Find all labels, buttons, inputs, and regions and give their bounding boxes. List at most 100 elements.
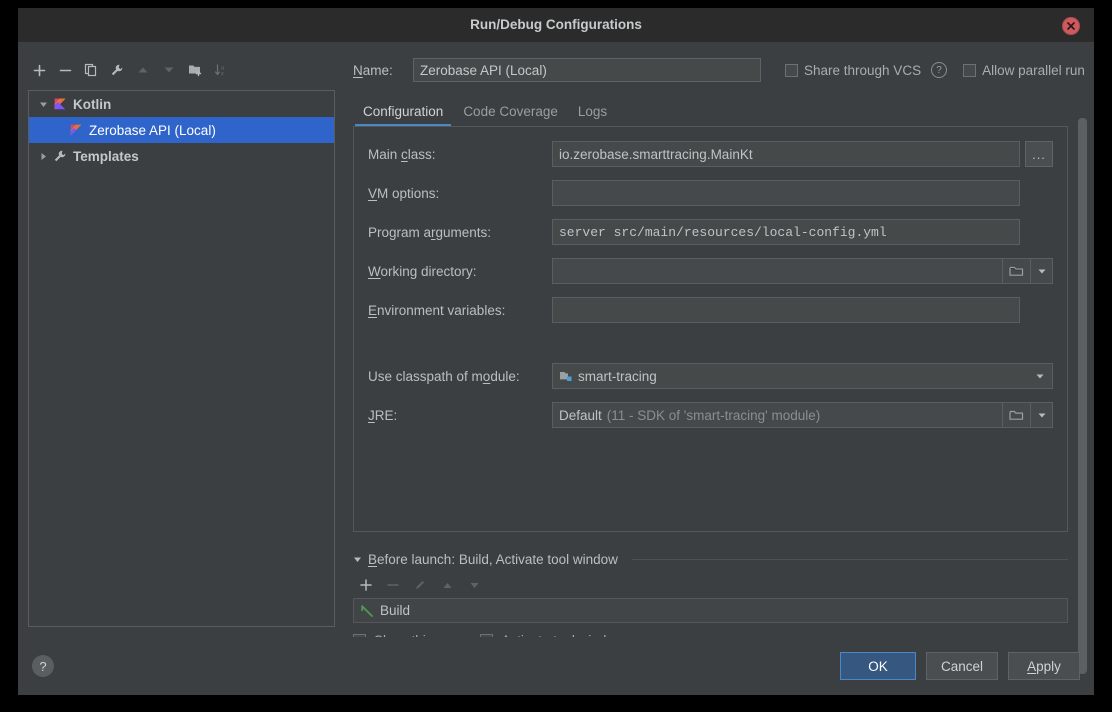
share-through-vcs-label[interactable]: Share through VCS (804, 63, 921, 78)
jre-input[interactable]: Default (11 - SDK of 'smart-tracing' mod… (552, 402, 1003, 428)
folder-icon[interactable] (1003, 402, 1031, 428)
footer-actions: OK Cancel Apply (839, 652, 1080, 680)
svg-text:z: z (221, 71, 224, 77)
main-class-input[interactable]: io.zerobase.smarttracing.MainKt (552, 141, 1020, 167)
field-main-class: Main class: io.zerobase.smarttracing.Mai… (362, 141, 1053, 167)
tree-node-label: Templates (73, 148, 139, 164)
tree-node-zerobase-api-local[interactable]: Zerobase API (Local) (29, 117, 334, 143)
configuration-scrollbar[interactable] (1078, 118, 1087, 674)
allow-parallel-run-group: Allow parallel run (963, 63, 1085, 78)
ok-button[interactable]: OK (839, 652, 916, 680)
plus-icon[interactable] (30, 61, 48, 79)
field-vm-options: VM options: (362, 180, 1053, 206)
configuration-panel: Main class: io.zerobase.smarttracing.Mai… (353, 126, 1068, 532)
dialog-footer: ? OK Cancel Apply (18, 637, 1094, 695)
triangle-right-icon[interactable] (35, 152, 51, 161)
pencil-icon[interactable] (411, 576, 429, 594)
vm-options-label: VM options: (368, 185, 440, 201)
before-launch-task-list[interactable]: Build (353, 598, 1068, 623)
chevron-down-icon[interactable] (1031, 402, 1053, 428)
chevron-down-icon[interactable] (1031, 258, 1053, 284)
configurations-tree[interactable]: Kotlin Zerobase API (Local) Templates (28, 90, 335, 627)
working-directory-control (552, 258, 1053, 284)
before-launch-toolbar (353, 572, 1068, 598)
tab-logs[interactable]: Logs (568, 104, 617, 126)
dialog-titlebar: Run/Debug Configurations (18, 8, 1094, 42)
environment-variables-control (552, 297, 1053, 323)
vm-options-control (552, 180, 1053, 206)
name-label: Name: (353, 62, 393, 78)
tab-code-coverage[interactable]: Code Coverage (453, 104, 568, 126)
kotlin-icon (67, 123, 85, 137)
allow-parallel-run-label[interactable]: Allow parallel run (982, 63, 1085, 78)
field-jre: JRE: Default (11 - SDK of 'smart-tracing… (362, 402, 1053, 428)
sort-alpha-icon[interactable]: a z (212, 61, 230, 79)
arrow-up-icon[interactable] (134, 61, 152, 79)
question-icon[interactable]: ? (931, 62, 948, 78)
before-launch-header[interactable]: Before launch: Build, Activate tool wind… (353, 548, 1068, 570)
share-through-vcs-checkbox[interactable] (785, 63, 798, 77)
before-launch-title: Before launch: Build, Activate tool wind… (368, 551, 618, 567)
environment-variables-label: Environment variables: (368, 302, 506, 318)
ellipsis-icon[interactable]: ... (1025, 141, 1053, 167)
wrench-icon[interactable] (108, 61, 126, 79)
screenshot-root: Run/Debug Configurations a z Kotlin Zero… (0, 0, 1112, 712)
program-arguments-control: server src/main/resources/local-config.y… (552, 219, 1053, 245)
environment-variables-input[interactable] (552, 297, 1020, 323)
triangle-down-icon[interactable] (35, 100, 51, 109)
jre-value: Default (559, 407, 602, 423)
close-glyph (1067, 22, 1075, 30)
triangle-down-icon[interactable] (353, 555, 362, 564)
tree-node-kotlin[interactable]: Kotlin (29, 91, 334, 117)
program-arguments-label: Program arguments: (368, 224, 492, 240)
tree-toolbar: a z (18, 56, 345, 84)
chevron-down-icon[interactable] (1032, 371, 1048, 381)
jre-label: JRE: (368, 407, 398, 423)
classpath-module-combobox[interactable]: smart-tracing (552, 363, 1053, 389)
arrow-down-icon[interactable] (160, 61, 178, 79)
classpath-module-control: smart-tracing (552, 363, 1053, 389)
apply-button[interactable]: Apply (1008, 652, 1080, 680)
field-working-directory: Working directory: (362, 258, 1053, 284)
dialog-title: Run/Debug Configurations (470, 17, 642, 32)
classpath-module-label: Use classpath of module: (368, 368, 520, 384)
wrench-icon (51, 149, 69, 163)
name-input[interactable] (413, 58, 761, 82)
before-launch-section: Before launch: Build, Activate tool wind… (353, 548, 1068, 637)
help-button[interactable]: ? (32, 655, 54, 677)
allow-parallel-run-checkbox[interactable] (963, 63, 977, 77)
editor-tabs: Configuration Code Coverage Logs (345, 98, 1094, 126)
arrow-down-icon[interactable] (465, 576, 483, 594)
vm-options-input[interactable] (552, 180, 1020, 206)
tab-configuration[interactable]: Configuration (353, 104, 453, 126)
copy-icon[interactable] (82, 61, 100, 79)
module-icon (559, 370, 573, 383)
minus-icon[interactable] (384, 576, 402, 594)
working-directory-label: Working directory: (368, 263, 477, 279)
arrow-up-icon[interactable] (438, 576, 456, 594)
close-icon[interactable] (1062, 17, 1080, 35)
scrollbar-thumb[interactable] (1078, 118, 1087, 674)
before-launch-separator (631, 558, 1068, 560)
jre-control: Default (11 - SDK of 'smart-tracing' mod… (552, 402, 1053, 428)
run-debug-configurations-dialog: Run/Debug Configurations a z Kotlin Zero… (18, 8, 1094, 695)
field-environment-variables: Environment variables: (362, 297, 1053, 323)
folder-add-icon[interactable] (186, 61, 204, 79)
plus-icon[interactable] (357, 576, 375, 594)
program-arguments-input[interactable]: server src/main/resources/local-config.y… (552, 219, 1020, 245)
name-row: Name: Share through VCS ? Allow parallel… (345, 58, 1094, 82)
cancel-button[interactable]: Cancel (925, 652, 998, 680)
dialog-content: a z Kotlin Zerobase API (Local) Template… (18, 42, 1094, 674)
dialog-body: a z Kotlin Zerobase API (Local) Template… (18, 42, 1094, 695)
tree-node-label: Zerobase API (Local) (89, 122, 216, 138)
minus-icon[interactable] (56, 61, 74, 79)
before-launch-task-label: Build (380, 603, 411, 618)
classpath-module-value: smart-tracing (578, 368, 657, 384)
folder-icon[interactable] (1003, 258, 1031, 284)
working-directory-input[interactable] (552, 258, 1003, 284)
tree-node-templates[interactable]: Templates (29, 143, 334, 169)
field-program-arguments: Program arguments: server src/main/resou… (362, 219, 1053, 245)
kotlin-icon (51, 97, 69, 111)
tree-node-label: Kotlin (73, 96, 112, 112)
